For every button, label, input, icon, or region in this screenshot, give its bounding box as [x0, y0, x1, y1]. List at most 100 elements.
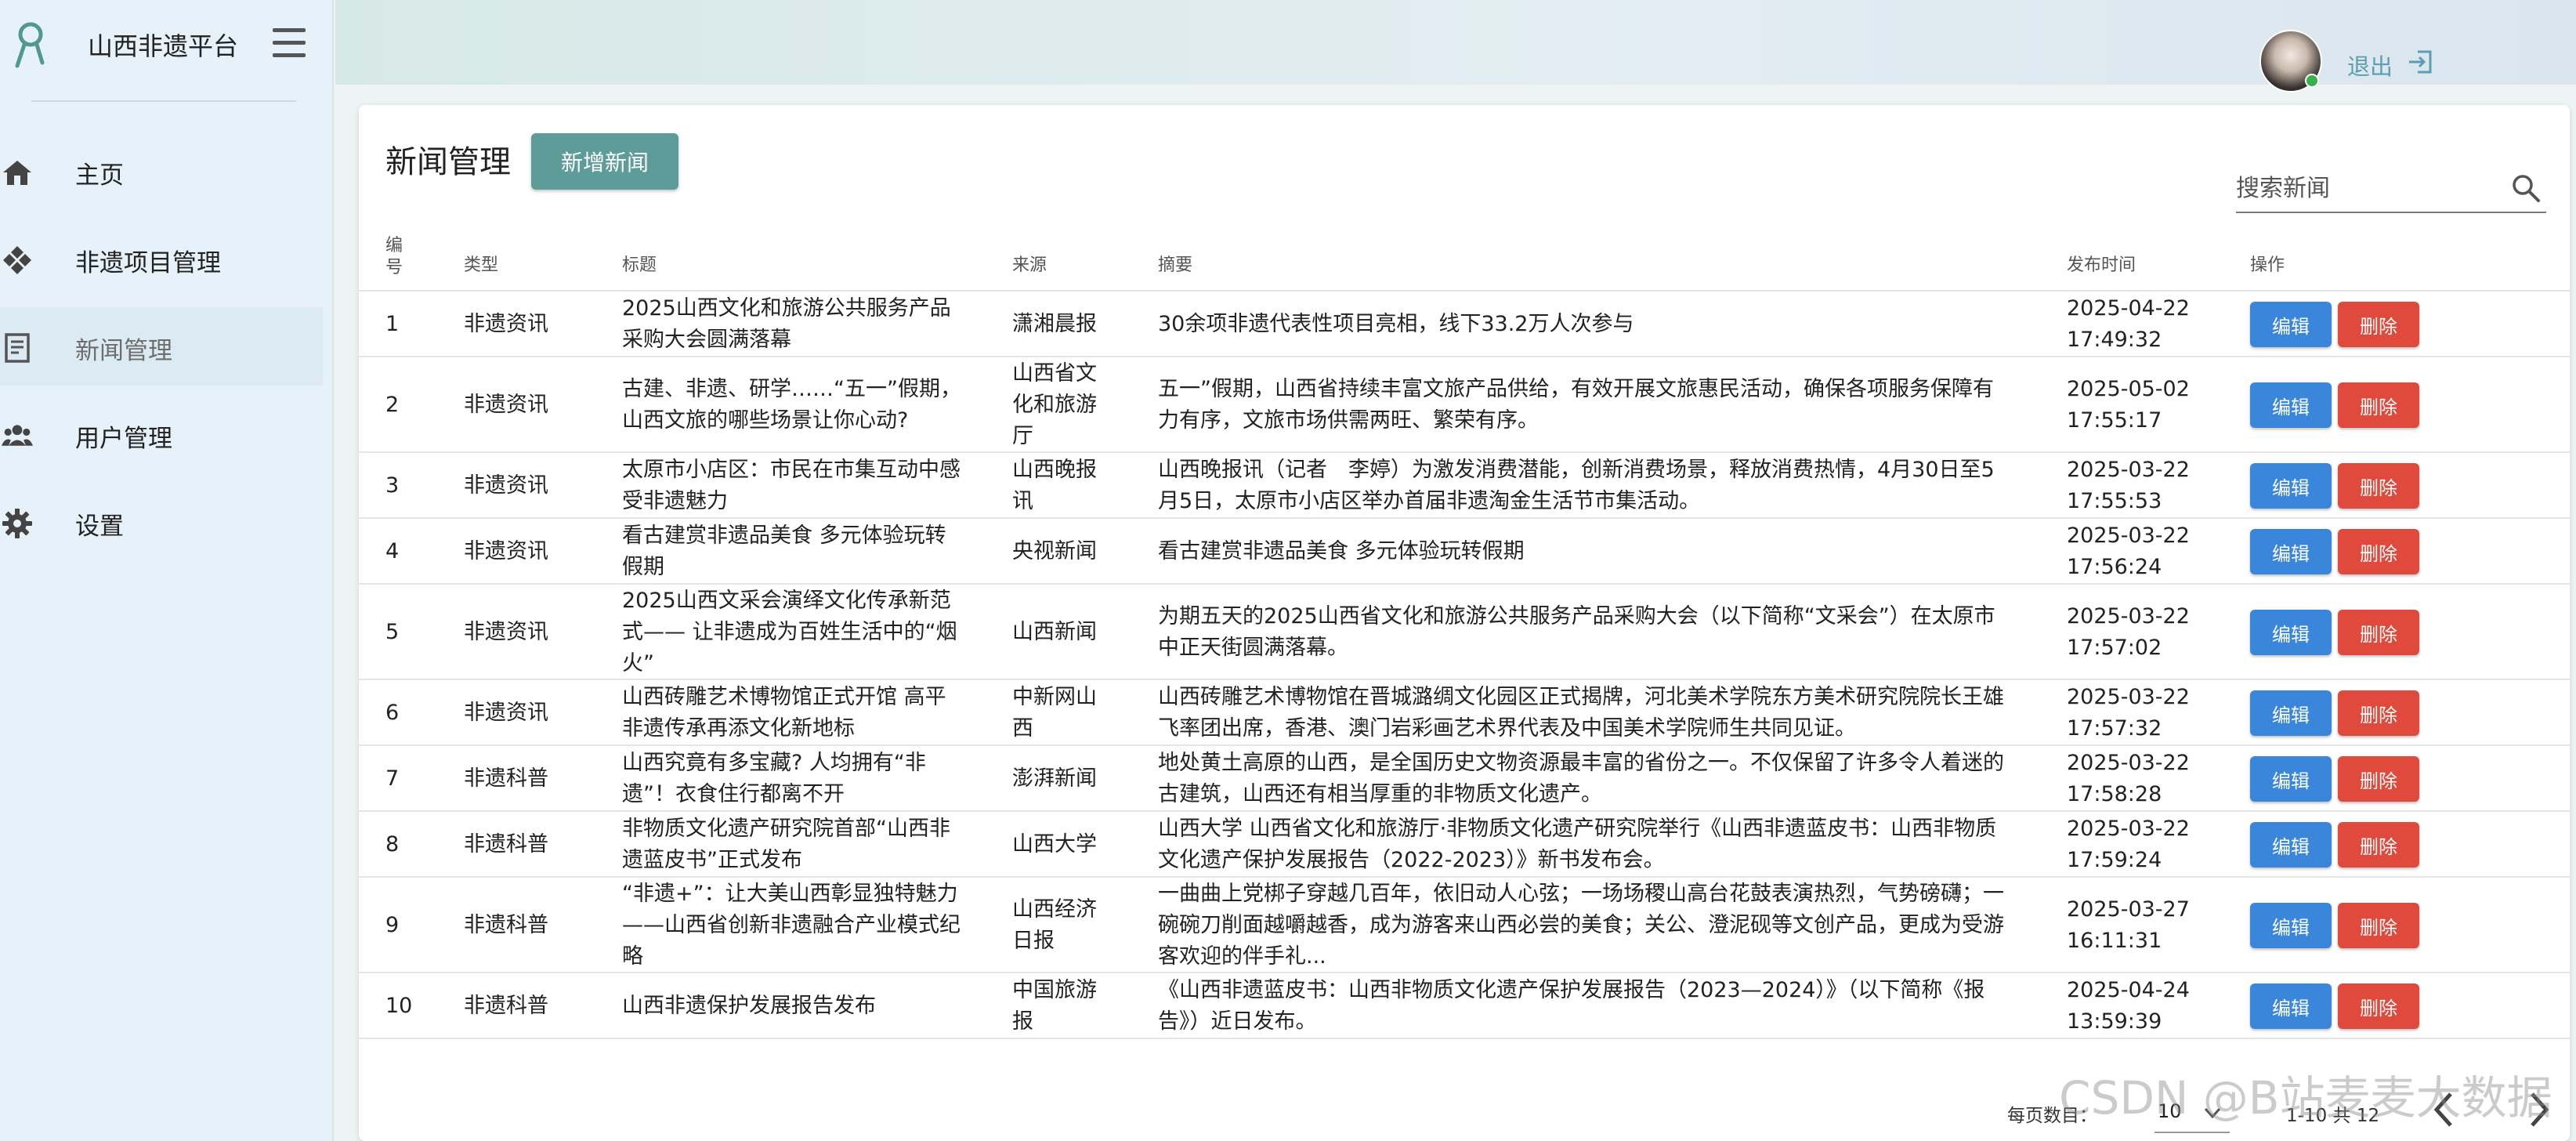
header-summary: 摘要	[1158, 255, 1193, 275]
cell-id: 9	[385, 913, 400, 937]
table-row: 4 非遗资讯 看古建赏非遗品美食 多元体验玩转假期 央视新闻 看古建赏非遗品美食 多元体…	[359, 519, 2570, 585]
cell-summary: 30余项非遗代表性项目亮相，线下33.2万人次参与	[1158, 312, 1634, 336]
sidebar-item-news[interactable]: 新闻管理	[0, 307, 323, 386]
sidebar-item-home[interactable]: 主页	[0, 132, 323, 210]
edit-button[interactable]: 编辑	[2250, 756, 2332, 802]
cell-type: 非遗资讯	[464, 539, 548, 563]
search-input[interactable]	[2236, 166, 2502, 210]
edit-button[interactable]: 编辑	[2250, 903, 2332, 948]
cell-source: 中国旅游报	[1012, 978, 1097, 1034]
cell-time: 2025-03-22 17:59:24	[2067, 817, 2190, 872]
top-bar	[335, 0, 2576, 85]
cell-type: 非遗科普	[464, 913, 548, 937]
cell-source: 山西省文化和旅游厅	[1012, 361, 1097, 448]
sidebar-item-label: 用户管理	[75, 425, 172, 453]
delete-button[interactable]: 删除	[2338, 822, 2419, 868]
cell-time: 2025-03-22 17:58:28	[2067, 751, 2190, 806]
cell-time: 2025-03-22 17:56:24	[2067, 523, 2190, 579]
sidebar: 山西非遗平台 主页 非遗项目管理 新闻管理 用户管理 设置	[0, 0, 334, 1141]
cell-title: 2025山西文化和旅游公共服务产品采购大会圆满落幕	[622, 296, 951, 352]
menu-toggle-icon[interactable]	[273, 28, 306, 58]
delete-button[interactable]: 删除	[2338, 382, 2419, 428]
table-row: 6 非遗资讯 山西砖雕艺术博物馆正式开馆 高平非遗传承再添文化新地标 中新网山西 山西砖…	[359, 680, 2570, 746]
cell-time: 2025-03-22 17:55:53	[2067, 458, 2190, 513]
online-status-dot	[2305, 74, 2319, 88]
news-icon	[5, 333, 30, 363]
sidebar-item-label: 设置	[75, 513, 124, 541]
news-management-card: 新闻管理 新增新闻 编号 类型 标题 来源 摘要 发布时间 操作 1 非遗资讯 20…	[359, 105, 2570, 1141]
cell-type: 非遗资讯	[464, 620, 548, 644]
cell-summary: 一曲曲上党梆子穿越几百年，依旧动人心弦；一场场稷山高台花鼓表演热烈，气势磅礴；一…	[1158, 882, 2004, 969]
cell-id: 10	[385, 994, 413, 1018]
delete-button[interactable]: 删除	[2338, 983, 2419, 1029]
sidebar-item-label: 主页	[75, 161, 124, 190]
sidebar-item-label: 非遗项目管理	[75, 249, 221, 277]
logout-link[interactable]: 退出	[2347, 49, 2393, 82]
table-row: 10 非遗科普 山西非遗保护发展报告发布 中国旅游报 《山西非遗蓝皮书：山西非物质文化遗…	[359, 973, 2570, 1039]
delete-button[interactable]: 删除	[2338, 463, 2419, 509]
sidebar-item-label: 新闻管理	[75, 337, 172, 365]
edit-button[interactable]: 编辑	[2250, 610, 2332, 655]
gear-icon	[2, 509, 32, 538]
cell-time: 2025-03-22 17:57:32	[2067, 685, 2190, 741]
table-body: 1 非遗资讯 2025山西文化和旅游公共服务产品采购大会圆满落幕 潇湘晨报 30余项非遗…	[359, 292, 2570, 1039]
cell-type: 非遗资讯	[464, 473, 548, 498]
cell-type: 非遗资讯	[464, 393, 548, 417]
sidebar-header: 山西非遗平台	[0, 0, 334, 102]
cell-type: 非遗科普	[464, 766, 548, 791]
sidebar-item-heritage-projects[interactable]: 非遗项目管理	[0, 219, 323, 298]
table-row: 1 非遗资讯 2025山西文化和旅游公共服务产品采购大会圆满落幕 潇湘晨报 30余项非遗…	[359, 292, 2570, 357]
cell-title: 山西砖雕艺术博物馆正式开馆 高平非遗传承再添文化新地标	[622, 685, 946, 741]
delete-button[interactable]: 删除	[2338, 610, 2419, 655]
cell-time: 2025-05-02 17:55:17	[2067, 377, 2190, 433]
edit-button[interactable]: 编辑	[2250, 463, 2332, 509]
cell-time: 2025-04-24 13:59:39	[2067, 978, 2190, 1034]
cell-summary: 为期五天的2025山西省文化和旅游公共服务产品采购大会（以下简称“文采会”）在太…	[1158, 604, 1995, 660]
edit-button[interactable]: 编辑	[2250, 529, 2332, 574]
edit-button[interactable]: 编辑	[2250, 822, 2332, 868]
cell-title: 2025山西文采会演绎文化传承新范式—— 让非遗成为百姓生活中的“烟火”	[622, 589, 957, 676]
header-time: 发布时间	[2067, 255, 2136, 275]
cell-source: 山西晚报讯	[1012, 458, 1097, 513]
cell-summary: 《山西非遗蓝皮书：山西非物质文化遗产保护发展报告（2023—2024）》（以下简…	[1158, 978, 1985, 1034]
delete-button[interactable]: 删除	[2338, 903, 2419, 948]
logout-icon[interactable]	[2407, 49, 2433, 75]
news-table: 编号 类型 标题 来源 摘要 发布时间 操作 1 非遗资讯 2025山西文化和旅游公…	[359, 227, 2570, 1039]
edit-button[interactable]: 编辑	[2250, 382, 2332, 428]
cell-source: 山西大学	[1012, 832, 1097, 857]
home-icon	[3, 161, 31, 185]
cell-type: 非遗科普	[464, 832, 548, 857]
edit-button[interactable]: 编辑	[2250, 302, 2332, 347]
diamond-grid-icon	[3, 246, 31, 274]
add-news-button[interactable]: 新增新闻	[531, 133, 678, 190]
header-source: 来源	[1012, 255, 1047, 275]
table-row: 7 非遗科普 山西究竟有多宝藏? 人均拥有“非遗”！衣食住行都离不开 澎湃新闻 地处黄土…	[359, 746, 2570, 812]
header-title: 标题	[622, 255, 657, 275]
delete-button[interactable]: 删除	[2338, 302, 2419, 347]
cell-summary: 五一”假期，山西省持续丰富文旅产品供给，有效开展文旅惠民活动，确保各项服务保障有…	[1158, 377, 1994, 433]
sidebar-item-users[interactable]: 用户管理	[0, 395, 323, 473]
edit-button[interactable]: 编辑	[2250, 690, 2332, 736]
cell-title: 山西究竟有多宝藏? 人均拥有“非遗”！衣食住行都离不开	[622, 751, 926, 806]
cell-id: 1	[385, 312, 400, 336]
cell-type: 非遗资讯	[464, 701, 548, 725]
cell-title: 看古建赏非遗品美食 多元体验玩转假期	[622, 523, 946, 579]
cell-id: 8	[385, 832, 400, 857]
edit-button[interactable]: 编辑	[2250, 983, 2332, 1029]
search-icon[interactable]	[2510, 172, 2542, 204]
search-box	[2236, 163, 2546, 213]
cell-id: 3	[385, 473, 400, 498]
cell-title: 非物质文化遗产研究院首部“山西非遗蓝皮书”正式发布	[622, 817, 950, 872]
watermark: CSDN @B站麦麦大数据	[2059, 1071, 2552, 1125]
cell-source: 央视新闻	[1012, 539, 1097, 563]
delete-button[interactable]: 删除	[2338, 529, 2419, 574]
cell-source: 澎湃新闻	[1012, 766, 1097, 791]
table-row: 5 非遗资讯 2025山西文采会演绎文化传承新范式—— 让非遗成为百姓生活中的“烟火…	[359, 585, 2570, 680]
sidebar-item-settings[interactable]: 设置	[0, 483, 323, 561]
delete-button[interactable]: 删除	[2338, 756, 2419, 802]
table-row: 3 非遗资讯 太原市小店区：市民在市集互动中感受非遗魅力 山西晚报讯 山西晚报讯（记者 …	[359, 453, 2570, 519]
cell-time: 2025-03-22 17:57:02	[2067, 604, 2190, 660]
cell-source: 潇湘晨报	[1012, 312, 1097, 336]
delete-button[interactable]: 删除	[2338, 690, 2419, 736]
app-title: 山西非遗平台	[88, 31, 239, 61]
